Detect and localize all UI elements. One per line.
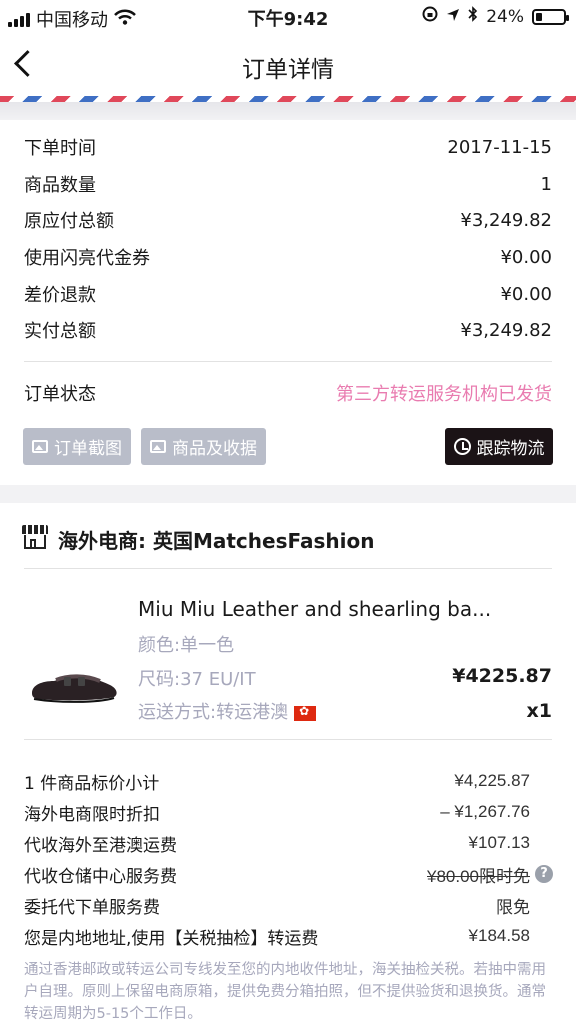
order-status-value: 第三方转运服务机构已发货 <box>336 384 552 405</box>
fee-row: 代收海外至港澳运费 ¥107.13 <box>24 831 530 856</box>
order-status-label: 订单状态 <box>24 384 96 405</box>
fee-row: 1 件商品标价小计 ¥4,225.87 <box>24 769 530 794</box>
product-quantity: x1 <box>526 700 552 722</box>
shipping-note: 通过香港邮政或转运公司专线发至您的内地收件地址，海关抽检关税。若抽中需用户自理。… <box>24 962 546 1022</box>
battery-fill <box>536 12 542 21</box>
divider <box>24 568 552 569</box>
goods-receipt-button[interactable]: 商品及收据 <box>141 428 266 465</box>
fee-value: ¥184.58 <box>468 926 530 945</box>
product-color: 颜色:单一色 <box>138 635 235 656</box>
order-row-label: 差价退款 <box>24 285 96 306</box>
help-icon[interactable]: ? <box>535 865 553 883</box>
fee-row: 委托代下单服务费 限免 <box>24 893 530 918</box>
order-screenshot-button[interactable]: 订单截图 <box>23 428 131 465</box>
status-bar: 中国移动 下午9:42 24% <box>0 0 576 34</box>
product-image[interactable] <box>28 663 120 707</box>
fee-value: – ¥1,267.76 <box>440 802 530 821</box>
image-icon <box>32 440 48 453</box>
order-screenshot-label: 订单截图 <box>54 439 122 459</box>
divider <box>24 739 552 740</box>
fee-value: 限免 <box>496 897 530 917</box>
order-row-label: 实付总额 <box>24 321 96 342</box>
product-size: 尺码:37 EU/IT <box>138 669 256 690</box>
battery-percent: 24% <box>486 6 524 27</box>
fee-value: ¥4,225.87 <box>454 771 530 790</box>
store-name: 海外电商: 英国MatchesFashion <box>58 529 375 553</box>
fee-label: 代收仓储中心服务费 <box>24 866 177 887</box>
order-row-value: ¥3,249.82 <box>460 319 552 341</box>
fee-row: 您是内地地址,使用【关税抽检】转运费 ¥184.58 <box>24 924 530 949</box>
product-shipping: 运送方式:转运港澳 <box>138 698 317 724</box>
fee-label: 代收海外至港澳运费 <box>24 835 177 856</box>
fee-label: 您是内地地址,使用【关税抽检】转运费 <box>24 928 319 949</box>
fee-value: ¥80.00限时免 <box>427 866 530 886</box>
history-icon <box>453 438 471 455</box>
status-right: 24% <box>422 6 569 27</box>
goods-receipt-label: 商品及收据 <box>172 439 257 459</box>
order-row: 使用闪亮代金券 ¥0.00 <box>24 245 552 270</box>
order-row-value: ¥0.00 <box>500 283 552 305</box>
fee-label: 委托代下单服务费 <box>24 897 160 918</box>
page-title: 订单详情 <box>242 57 334 83</box>
track-logistics-label: 跟踪物流 <box>476 439 545 459</box>
order-row: 原应付总额 ¥3,249.82 <box>24 208 552 233</box>
image-icon <box>150 440 166 453</box>
order-row: 下单时间 2017-11-15 <box>24 135 552 160</box>
battery-icon <box>532 8 569 25</box>
product-price: ¥4225.87 <box>452 665 552 687</box>
bluetooth-icon <box>468 6 478 27</box>
order-row-label: 使用闪亮代金券 <box>24 248 150 269</box>
rotation-lock-icon <box>422 6 438 27</box>
product-shipping-text: 运送方式:转运港澳 <box>138 702 289 723</box>
track-logistics-button[interactable]: 跟踪物流 <box>445 428 553 465</box>
order-row-value: 2017-11-15 <box>447 136 552 158</box>
location-icon <box>446 7 460 27</box>
fee-value: ¥107.13 <box>468 833 530 852</box>
order-row-value: ¥0.00 <box>500 246 552 268</box>
order-row: 商品数量 1 <box>24 172 552 197</box>
fee-row: 代收仓储中心服务费 ¥80.00限时免 <box>24 862 530 887</box>
order-row-value: ¥3,249.82 <box>460 209 552 231</box>
navigation-bar: 订单详情 <box>0 34 576 96</box>
order-row: 实付总额 ¥3,249.82 <box>24 318 552 343</box>
hong-kong-flag-icon <box>294 704 317 721</box>
order-summary-card: 下单时间 2017-11-15 商品数量 1 原应付总额 ¥3,249.82 使用闪亮… <box>0 120 576 485</box>
fee-label: 1 件商品标价小计 <box>24 773 160 794</box>
order-row: 差价退款 ¥0.00 <box>24 282 552 307</box>
order-row-label: 原应付总额 <box>24 211 114 232</box>
section-gap <box>0 102 576 120</box>
order-row-value: 1 <box>540 173 552 195</box>
divider <box>24 361 552 362</box>
fee-label: 海外电商限时折扣 <box>24 804 160 825</box>
order-status-row: 订单状态 第三方转运服务机构已发货 <box>24 381 552 405</box>
product-card: 海外电商: 英国MatchesFashion Miu Miu Leather a… <box>0 503 576 1024</box>
store-icon <box>22 525 48 549</box>
fee-row: 海外电商限时折扣 – ¥1,267.76 <box>24 800 530 825</box>
order-row-label: 下单时间 <box>24 138 96 159</box>
product-title[interactable]: Miu Miu Leather and shearling ba... <box>138 597 491 621</box>
order-row-label: 商品数量 <box>24 175 96 196</box>
